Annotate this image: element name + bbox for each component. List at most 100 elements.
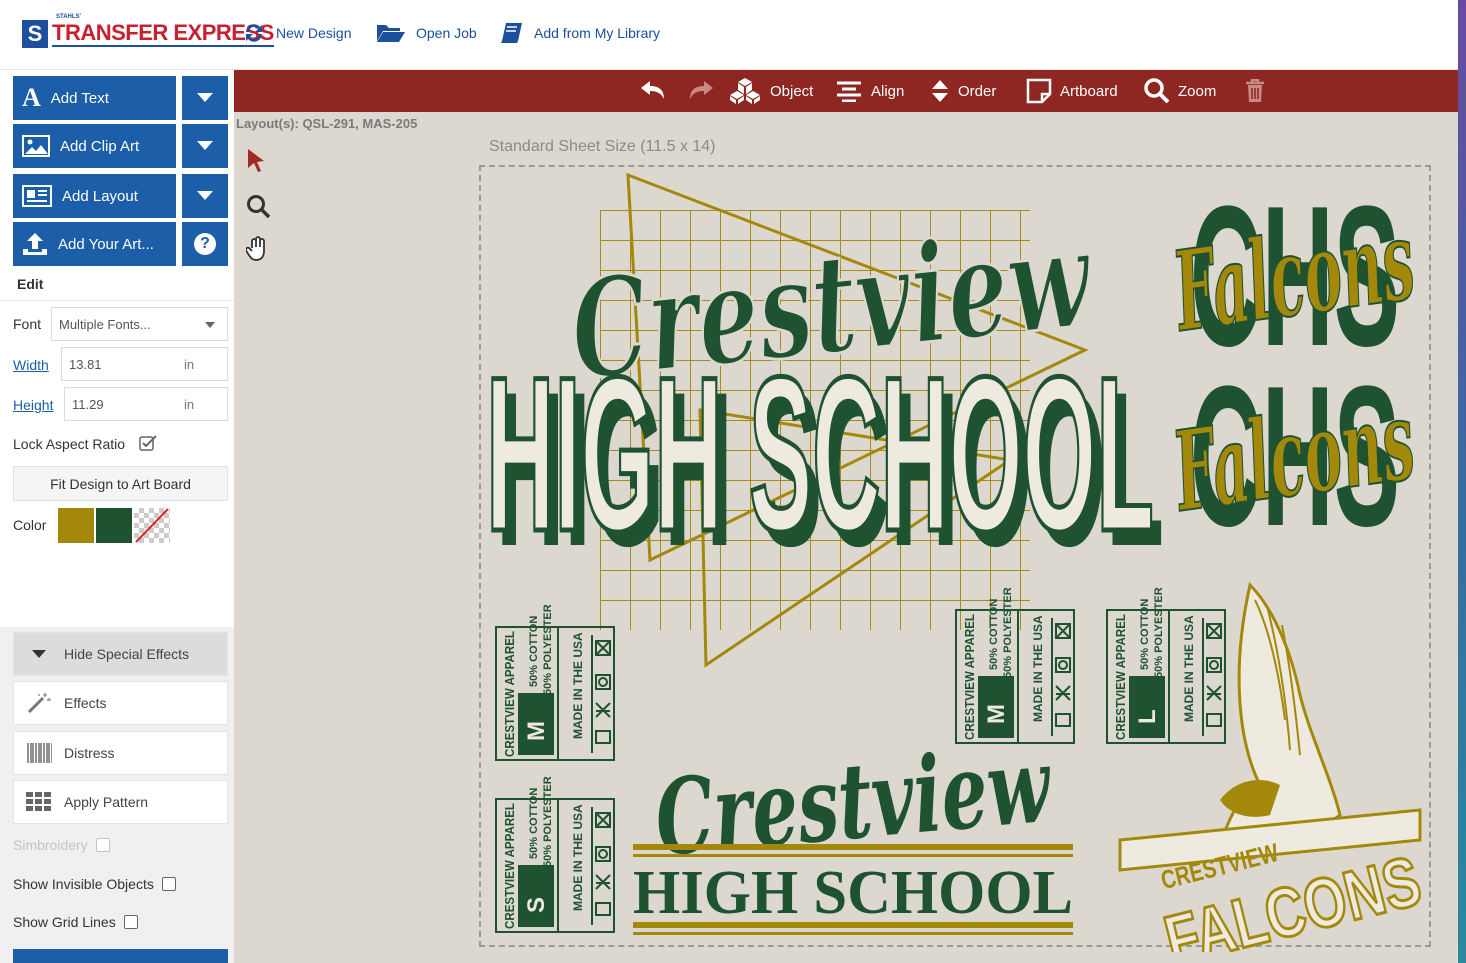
add-text-dropdown[interactable] bbox=[182, 76, 228, 120]
show-invisible-checkbox[interactable] bbox=[161, 877, 176, 891]
artboard-label: Artboard bbox=[1060, 82, 1118, 100]
color-swatch-gold[interactable] bbox=[58, 508, 94, 543]
show-invisible-option[interactable]: Show Invisible Objects bbox=[13, 876, 176, 892]
caret-down-icon bbox=[26, 649, 52, 659]
add-clip-art-label: Add Clip Art bbox=[60, 137, 140, 155]
tag-size-text: L bbox=[1134, 709, 1161, 724]
magnifier-icon bbox=[1144, 78, 1170, 104]
color-swatch-transparent[interactable] bbox=[134, 508, 170, 543]
open-job-button[interactable]: Open Job bbox=[376, 22, 477, 44]
crestview-high-school-bottom[interactable]: Crestview HIGH SCHOOL bbox=[633, 723, 1073, 935]
order-button[interactable]: Order bbox=[930, 70, 996, 112]
sort-icon bbox=[932, 80, 948, 102]
tag-brand-text: CRESTVIEW APPAREL bbox=[502, 631, 517, 757]
tag-cotton-text: 50% COTTON bbox=[988, 599, 1000, 670]
add-text-button[interactable]: A Add Text bbox=[13, 76, 176, 120]
fit-to-artboard-button[interactable]: Fit Design to Art Board bbox=[13, 466, 228, 501]
chs-falcons-bottom[interactable]: CHS Falcons bbox=[1164, 345, 1423, 568]
height-input[interactable]: 11.29 bbox=[64, 387, 228, 421]
simbroidery-option[interactable]: Simbroidery bbox=[13, 837, 110, 853]
color-swatch-green[interactable] bbox=[96, 508, 132, 543]
apparel-tag-l[interactable]: CRESTVIEW APPAREL 50% COTTON 50% POLYEST… bbox=[1106, 587, 1226, 744]
book-icon bbox=[501, 23, 522, 43]
text-a-icon: A bbox=[22, 83, 41, 112]
caret-down-icon bbox=[197, 93, 213, 102]
top-bar: STAHLS' S TRANSFER EXPRESS New Design Op… bbox=[0, 0, 1466, 70]
no-color-slash-icon bbox=[135, 508, 169, 543]
tag-poly-text: 50% POLYESTER bbox=[542, 776, 554, 867]
upload-help-button[interactable]: ? bbox=[182, 222, 228, 266]
apparel-tag-s[interactable]: CRESTVIEW APPAREL 50% COTTON 50% POLYEST… bbox=[495, 776, 615, 933]
tag-poly-text: 50% POLYESTER bbox=[542, 604, 554, 695]
brand-letter: S bbox=[22, 20, 48, 48]
add-from-library-button[interactable]: Add from My Library bbox=[500, 22, 660, 44]
tag-usa-text: MADE IN THE USA bbox=[571, 632, 585, 739]
tag-size-text: M bbox=[983, 704, 1010, 724]
show-grid-option[interactable]: Show Grid Lines bbox=[13, 914, 138, 930]
font-value: Multiple Fonts... bbox=[59, 316, 151, 332]
refresh-icon bbox=[246, 24, 262, 42]
add-text-label: Add Text bbox=[50, 89, 109, 107]
left-sidebar: A Add Text Add Clip Art Add Layout Add Y… bbox=[0, 70, 234, 963]
width-unit: in bbox=[184, 357, 195, 372]
zoom-button[interactable]: Zoom bbox=[1144, 70, 1216, 112]
artboard-button[interactable]: Artboard bbox=[1026, 70, 1118, 112]
effects-label: Effects bbox=[64, 695, 107, 711]
show-grid-checkbox[interactable] bbox=[123, 915, 138, 929]
tag-size-text: S bbox=[523, 897, 550, 913]
grid-pattern-icon bbox=[26, 792, 52, 812]
height-unit: in bbox=[184, 397, 195, 412]
width-label[interactable]: Width bbox=[13, 357, 49, 373]
object-label: Object bbox=[770, 82, 814, 100]
apply-pattern-button[interactable]: Apply Pattern bbox=[13, 780, 228, 824]
simbroidery-label: Simbroidery bbox=[13, 837, 88, 853]
special-effects-panel: Hide Special Effects Effects Distress Ap… bbox=[0, 627, 234, 963]
brand-name: TRANSFER EXPRESS bbox=[52, 20, 274, 47]
delete-button[interactable] bbox=[1244, 70, 1274, 112]
align-center-icon bbox=[837, 81, 861, 102]
checkbox-checked-icon[interactable] bbox=[139, 434, 158, 451]
caret-down-icon bbox=[205, 322, 215, 328]
save-button-partial[interactable] bbox=[13, 949, 228, 963]
apparel-tag-m-left[interactable]: CRESTVIEW APPAREL 50% COTTON 50% POLYEST… bbox=[495, 604, 615, 761]
apply-pattern-label: Apply Pattern bbox=[64, 794, 149, 810]
trash-icon bbox=[1246, 79, 1264, 102]
undo-button[interactable] bbox=[640, 70, 676, 112]
tag-cotton-text: 50% COTTON bbox=[1139, 599, 1151, 670]
add-layout-button[interactable]: Add Layout bbox=[13, 174, 176, 218]
image-icon bbox=[22, 135, 50, 157]
object-button[interactable]: Object bbox=[728, 70, 813, 112]
falcon-mascot-graphic[interactable]: CRESTVIEW FALCONS bbox=[1118, 582, 1430, 952]
divider bbox=[0, 300, 234, 301]
edit-heading: Edit bbox=[17, 276, 44, 292]
add-clip-art-button[interactable]: Add Clip Art bbox=[13, 124, 176, 168]
tag-poly-text: 50% POLYESTER bbox=[1153, 587, 1165, 678]
add-layout-dropdown[interactable] bbox=[182, 174, 228, 218]
add-clip-art-dropdown[interactable] bbox=[182, 124, 228, 168]
redo-button[interactable] bbox=[686, 70, 722, 112]
color-label: Color bbox=[13, 517, 47, 533]
tag-cotton-text: 50% COTTON bbox=[528, 616, 540, 687]
brand-logo[interactable]: STAHLS' S TRANSFER EXPRESS bbox=[22, 14, 274, 48]
align-button[interactable]: Align bbox=[835, 70, 904, 112]
add-your-art-button[interactable]: Add Your Art... bbox=[13, 222, 176, 266]
simbroidery-checkbox[interactable] bbox=[95, 838, 110, 852]
width-input[interactable]: 13.81 bbox=[61, 347, 228, 381]
height-label[interactable]: Height bbox=[13, 397, 53, 413]
design-artwork[interactable]: Crestview HIGH SCHOOL HIGH SCHOOL CHS Fa… bbox=[234, 112, 1458, 952]
hide-special-effects-button[interactable]: Hide Special Effects bbox=[13, 632, 228, 676]
tag-brand-text: CRESTVIEW APPAREL bbox=[1113, 614, 1128, 740]
new-design-button[interactable]: New Design bbox=[242, 22, 351, 44]
open-job-label: Open Job bbox=[416, 25, 477, 41]
apparel-tag-m-right[interactable]: CRESTVIEW APPAREL 50% COTTON 50% POLYEST… bbox=[955, 587, 1075, 744]
effects-button[interactable]: Effects bbox=[13, 681, 228, 725]
redo-icon bbox=[690, 81, 713, 99]
lock-aspect-label: Lock Aspect Ratio bbox=[13, 436, 126, 452]
layout-icon bbox=[22, 185, 52, 207]
distress-button[interactable]: Distress bbox=[13, 731, 228, 775]
height-value: 11.29 bbox=[72, 396, 104, 412]
new-design-label: New Design bbox=[276, 25, 352, 41]
font-select[interactable]: Multiple Fonts... bbox=[51, 307, 228, 341]
app-window: STAHLS' S TRANSFER EXPRESS New Design Op… bbox=[0, 0, 1466, 963]
high-school-block[interactable]: HIGH SCHOOL bbox=[484, 329, 1157, 580]
